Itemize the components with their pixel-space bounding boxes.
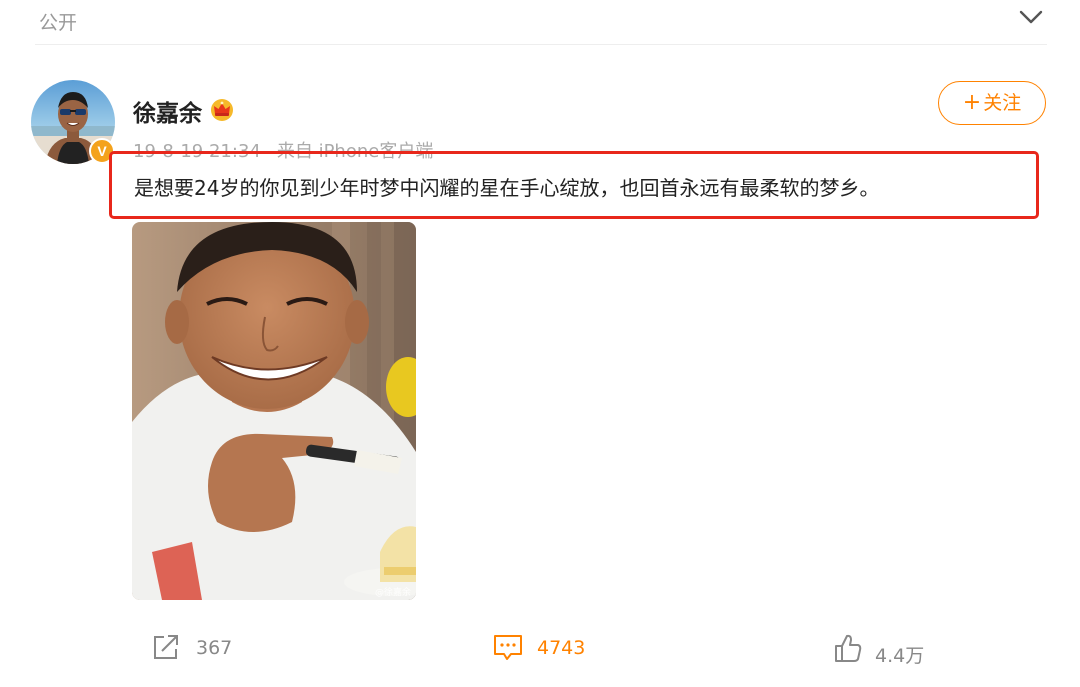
chevron-down-icon[interactable] [1018, 8, 1044, 26]
comment-count: 4743 [537, 637, 586, 659]
like-count: 4.4万 [875, 645, 925, 667]
like-button[interactable]: 4.4万 [833, 632, 933, 667]
follow-button[interactable]: + 关注 [938, 81, 1046, 125]
visibility-label: 公开 [39, 12, 78, 34]
photo-watermark: @徐嘉余 [375, 588, 412, 598]
repost-count: 367 [196, 637, 233, 659]
author-name[interactable]: 徐嘉余 [133, 94, 202, 128]
post-visibility-bar: 公开 [0, 0, 1080, 44]
comment-button[interactable]: 4743 [492, 632, 592, 666]
post-text: 是想要24岁的你见到少年时梦中闪耀的星在手心绽放，也回首永远有最柔软的梦乡。 [134, 176, 880, 200]
crown-icon [211, 99, 233, 121]
divider [35, 44, 1047, 45]
share-icon [154, 635, 178, 659]
follow-label: 关注 [983, 92, 1022, 114]
photo-icon [132, 222, 416, 600]
plus-icon: + [962, 90, 982, 115]
repost-button[interactable]: 367 [151, 632, 246, 666]
weibo-post-page: 公开 V 徐嘉余 19-8-19 21:34 来自 iPhone客户端 + 关注… [0, 0, 1080, 687]
thumbs-up-icon [835, 634, 862, 662]
post-photo[interactable]: @徐嘉余 [132, 222, 416, 600]
comment-icon [494, 635, 522, 660]
author-avatar[interactable]: V [31, 80, 115, 164]
